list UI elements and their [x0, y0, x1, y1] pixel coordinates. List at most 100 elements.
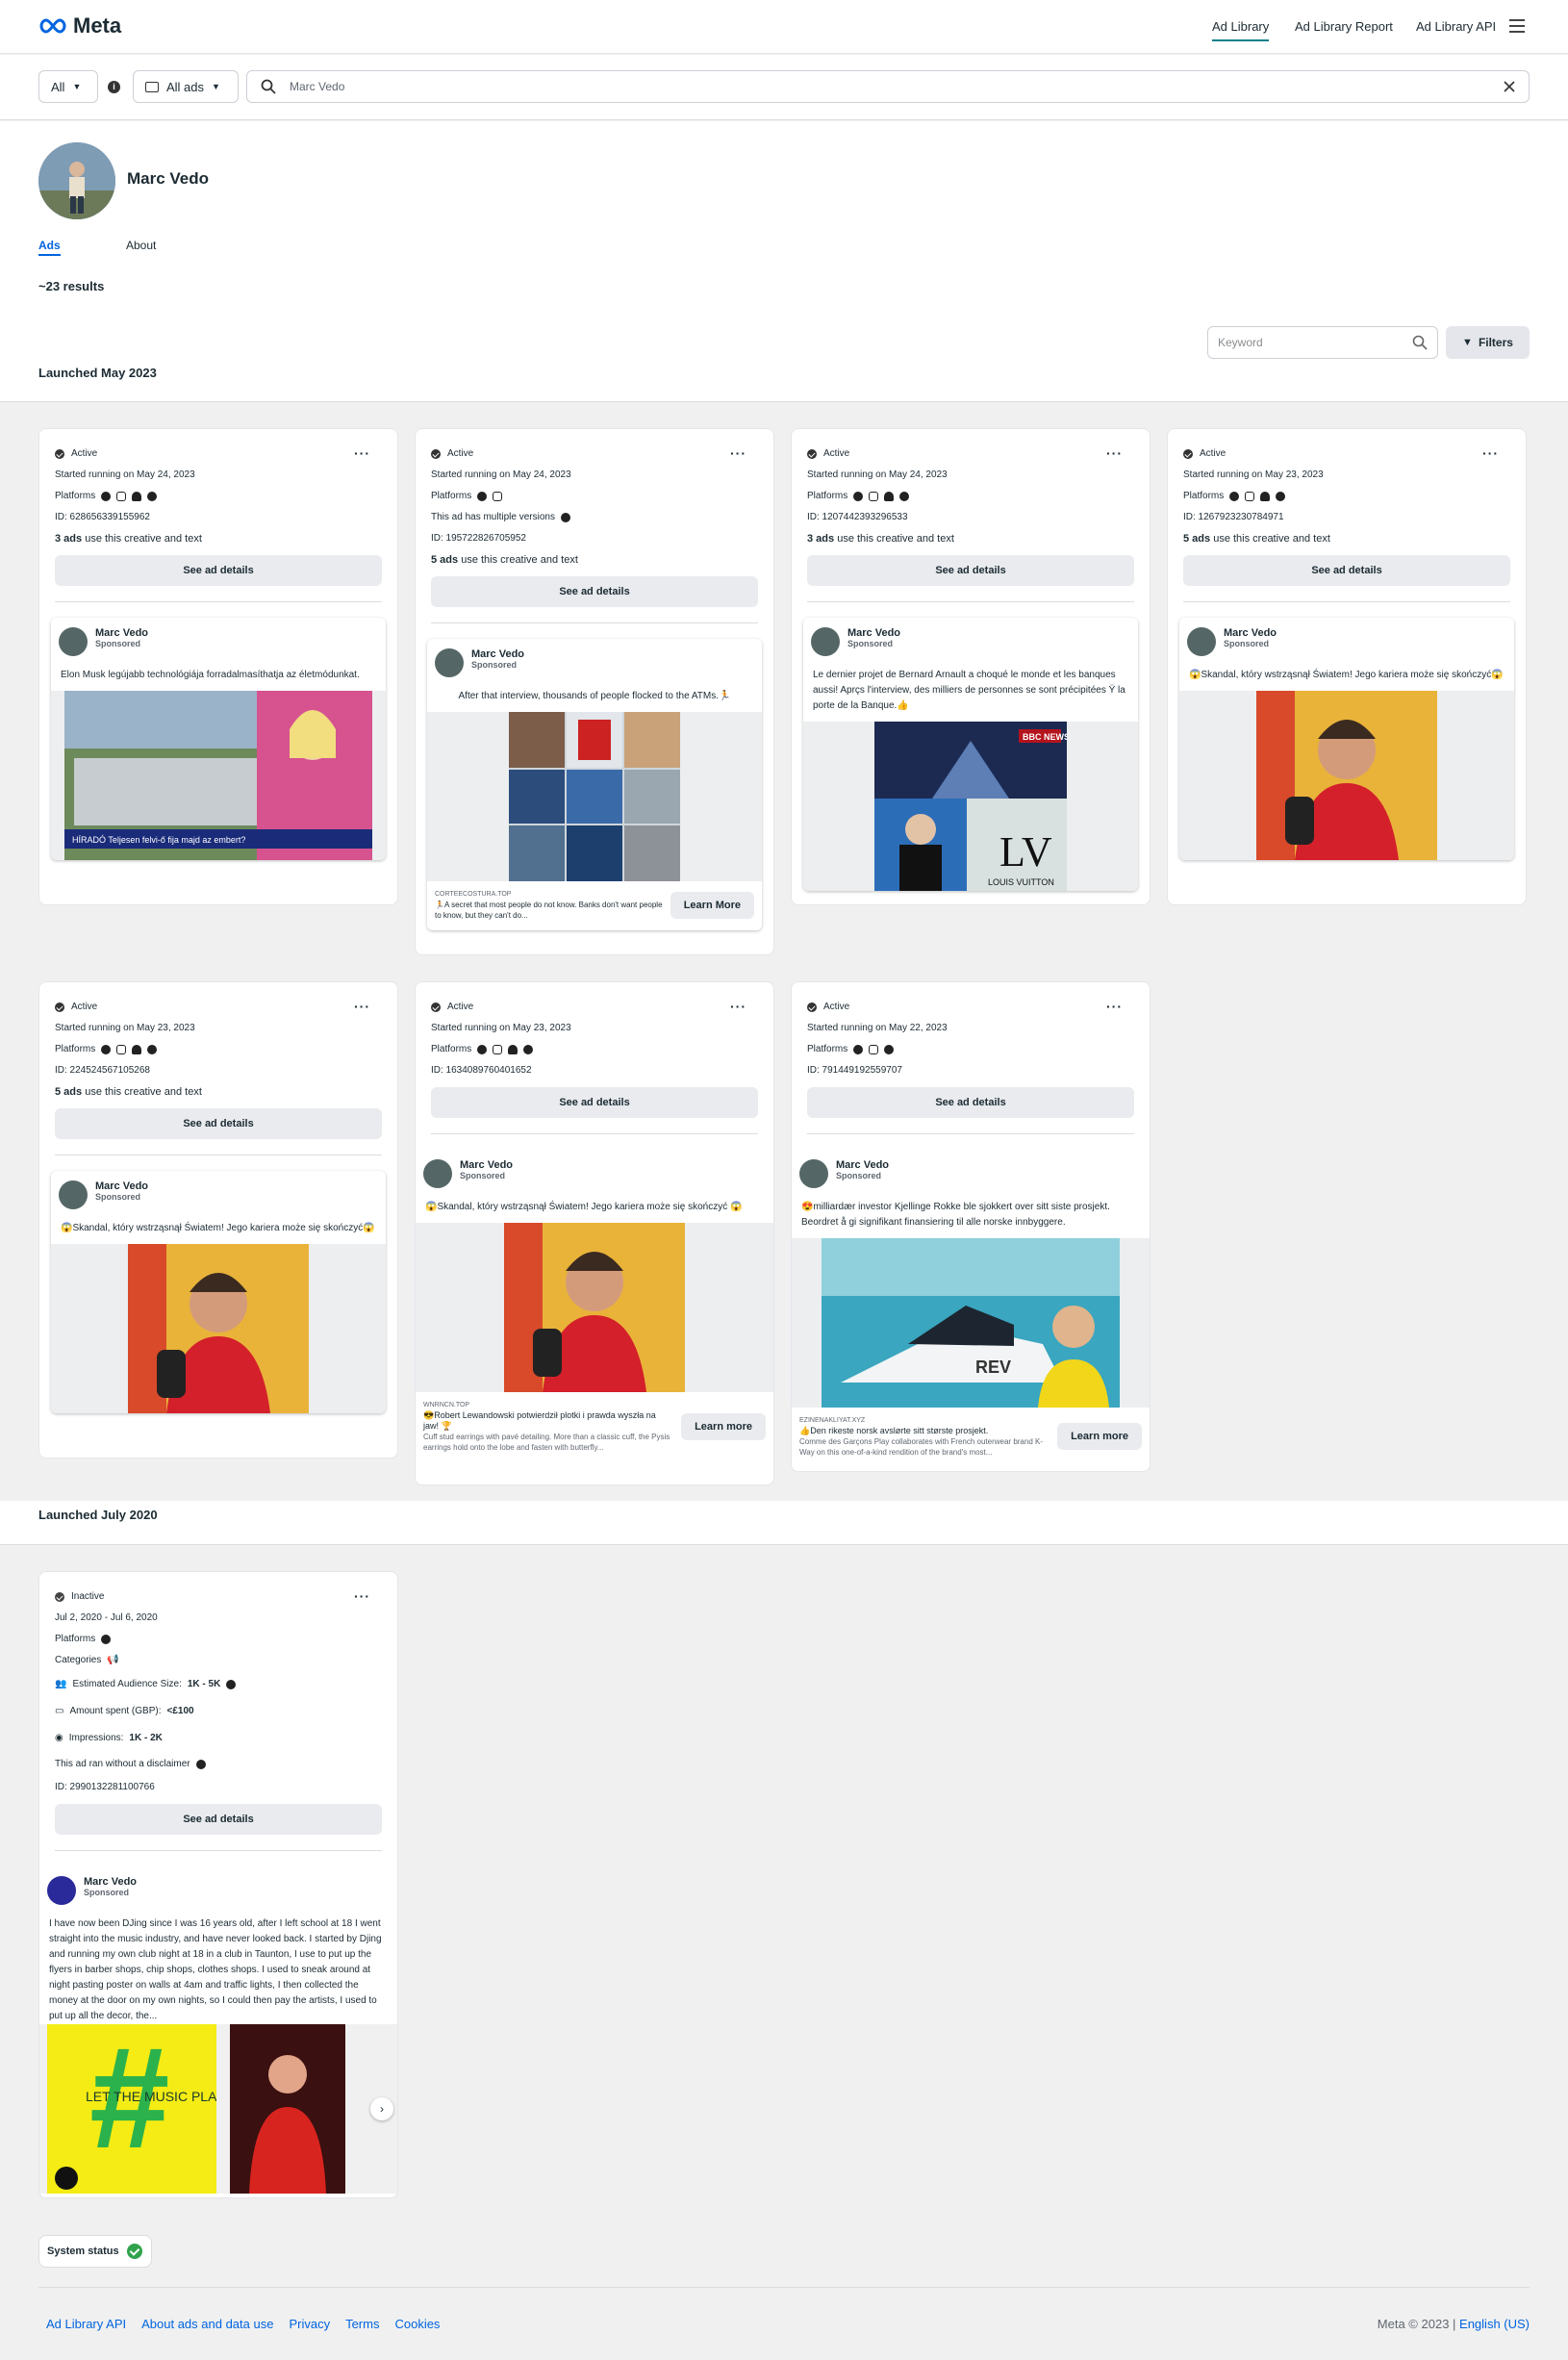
advertiser-name[interactable]: Marc Vedo [95, 1180, 148, 1192]
tab-about[interactable]: About [126, 239, 156, 252]
messenger-icon [147, 1045, 158, 1054]
status-badge: Active [431, 444, 758, 465]
platforms-row: Platforms [431, 486, 758, 507]
platforms-row: Platforms [55, 486, 382, 507]
footer-links: Ad Library API About ads and data use Pr… [46, 2317, 440, 2331]
avatar [799, 1159, 828, 1188]
cta-domain[interactable]: CORTEECOSTURA.TOP [435, 889, 663, 900]
info-icon[interactable] [560, 513, 570, 522]
search-bar: All ▼ i All ads ▼ [0, 55, 1568, 120]
platforms-row: Platforms [55, 1629, 382, 1650]
see-ad-details-button[interactable]: See ad details [807, 555, 1134, 586]
footer-link-terms[interactable]: Terms [345, 2317, 379, 2331]
ad-creative[interactable]: Marc Vedo Sponsored 😱Skandal, który wstrz… [1179, 618, 1514, 860]
multiple-versions: This ad has multiple versions [431, 507, 758, 528]
more-options-icon[interactable]: ··· [730, 443, 746, 464]
chevron-right-icon[interactable]: › [370, 2097, 393, 2120]
uses-count: 5 ads use this creative and text [1183, 533, 1330, 545]
profile-header: Marc Vedo Ads About ~23 results Keyword … [0, 121, 1568, 402]
cta-domain[interactable]: WNRNCN.TOP [423, 1400, 673, 1410]
ad-id: ID: 224524567105268 [55, 1065, 150, 1076]
see-ad-details-button[interactable]: See ad details [431, 576, 758, 607]
check-circle-icon [126, 2244, 142, 2259]
instagram-icon [1245, 492, 1255, 501]
ad-creative[interactable]: Marc Vedo Sponsored Le dernier projet de … [803, 618, 1138, 891]
advertiser-name[interactable]: Marc Vedo [84, 1876, 137, 1888]
learn-more-button[interactable]: Learn more [681, 1412, 766, 1440]
advertiser-name[interactable]: Marc Vedo [836, 1159, 889, 1171]
see-ad-details-button[interactable]: See ad details [807, 1087, 1134, 1118]
caret-down-icon: ▼ [212, 82, 220, 91]
advertiser-name[interactable]: Marc Vedo [847, 627, 900, 639]
ad-creative[interactable]: Marc Vedo Sponsored I have now been DJing… [39, 1866, 397, 2194]
info-icon[interactable] [226, 1680, 237, 1689]
footer-link-api[interactable]: Ad Library API [46, 2317, 126, 2331]
info-icon[interactable]: i [108, 81, 120, 93]
system-status-button[interactable]: System status [38, 2235, 152, 2268]
uses-count: 3 ads use this creative and text [807, 533, 954, 545]
ad-creative[interactable]: Marc Vedo Sponsored Elon Musk legújabb te… [51, 618, 386, 860]
ad-creative[interactable]: Marc Vedo Sponsored 😱Skandal, który wstrz… [51, 1171, 386, 1413]
more-options-icon[interactable]: ··· [1106, 443, 1123, 464]
close-icon[interactable] [1504, 81, 1515, 92]
see-ad-details-button[interactable]: See ad details [431, 1087, 758, 1118]
tab-ads[interactable]: Ads [38, 239, 61, 256]
menu-icon[interactable] [1509, 19, 1525, 33]
more-options-icon[interactable]: ··· [1106, 996, 1123, 1017]
uses-count: 5 ads use this creative and text [431, 554, 578, 566]
ad-body-text: After that interview, thousands of peopl… [458, 691, 731, 701]
more-options-icon[interactable]: ··· [1482, 443, 1499, 464]
ad-body-text: Elon Musk legújabb technológiája forrada… [61, 670, 360, 680]
more-options-icon[interactable]: ··· [354, 1586, 370, 1607]
language-link[interactable]: English (US) [1459, 2317, 1530, 2331]
messenger-icon [884, 1045, 895, 1054]
section-title: Launched July 2020 [38, 1508, 158, 1522]
more-options-icon[interactable]: ··· [354, 996, 370, 1017]
carousel[interactable]: # LET THE MUSIC PLAY › [39, 2024, 397, 2194]
see-ad-details-button[interactable]: See ad details [55, 555, 382, 586]
instagram-icon [493, 1045, 503, 1054]
footer-link-about-ads[interactable]: About ads and data use [141, 2317, 273, 2331]
keyword-field[interactable]: Keyword [1207, 326, 1438, 359]
ad-image [1179, 691, 1514, 860]
more-options-icon[interactable]: ··· [354, 443, 370, 464]
search-input[interactable] [290, 80, 1490, 93]
ad-category-dropdown[interactable]: All ads ▼ [133, 70, 239, 103]
status-badge: Active [55, 444, 382, 465]
image-caption: LET THE MUSIC PLAY [86, 2089, 216, 2104]
ad-creative[interactable]: Marc Vedo Sponsored 😍milliardær investor … [792, 1150, 1150, 1467]
advertiser-name[interactable]: Marc Vedo [95, 627, 148, 639]
search-field[interactable] [246, 70, 1530, 103]
status-badge: Active [431, 997, 758, 1018]
nav-ad-library-api[interactable]: Ad Library API [1416, 19, 1496, 34]
more-options-icon[interactable]: ··· [730, 996, 746, 1017]
see-ad-details-button[interactable]: See ad details [55, 1108, 382, 1139]
meta-logo[interactable]: Meta [38, 13, 121, 38]
filters-button[interactable]: ▼ Filters [1446, 326, 1530, 359]
advertiser-name[interactable]: Marc Vedo [471, 648, 524, 660]
avatar [59, 627, 88, 656]
nav-ad-library[interactable]: Ad Library [1212, 19, 1270, 41]
ad-creative[interactable]: Marc Vedo Sponsored After that interview,… [427, 639, 762, 930]
info-icon[interactable] [195, 1760, 206, 1769]
avatar [59, 1180, 88, 1209]
learn-more-button[interactable]: Learn More [670, 891, 754, 919]
logo-text: Meta [73, 13, 122, 38]
nav-ad-library-report[interactable]: Ad Library Report [1295, 19, 1393, 34]
cta-domain[interactable]: EZINENAKLIYAT.XYZ [799, 1415, 1050, 1426]
see-ad-details-button[interactable]: See ad details [1183, 555, 1510, 586]
messenger-icon [899, 492, 910, 501]
learn-more-button[interactable]: Learn more [1057, 1423, 1142, 1450]
search-icon [1412, 335, 1428, 350]
filter-icon: ▼ [1462, 337, 1473, 348]
advertiser-name[interactable]: Marc Vedo [460, 1159, 513, 1171]
advertiser-name[interactable]: Marc Vedo [1224, 627, 1277, 639]
see-ad-details-button[interactable]: See ad details [55, 1804, 382, 1835]
check-icon [55, 1592, 64, 1602]
country-dropdown[interactable]: All ▼ [38, 70, 98, 103]
cta-bar: EZINENAKLIYAT.XYZ 👍Den rikeste norsk avsl… [792, 1408, 1150, 1467]
footer-link-privacy[interactable]: Privacy [289, 2317, 330, 2331]
footer-link-cookies[interactable]: Cookies [394, 2317, 440, 2331]
ad-creative[interactable]: Marc Vedo Sponsored 😱Skandal, który wstrz… [416, 1150, 773, 1462]
ad-card: Active ··· Started running on May 24, 20… [791, 428, 1151, 905]
